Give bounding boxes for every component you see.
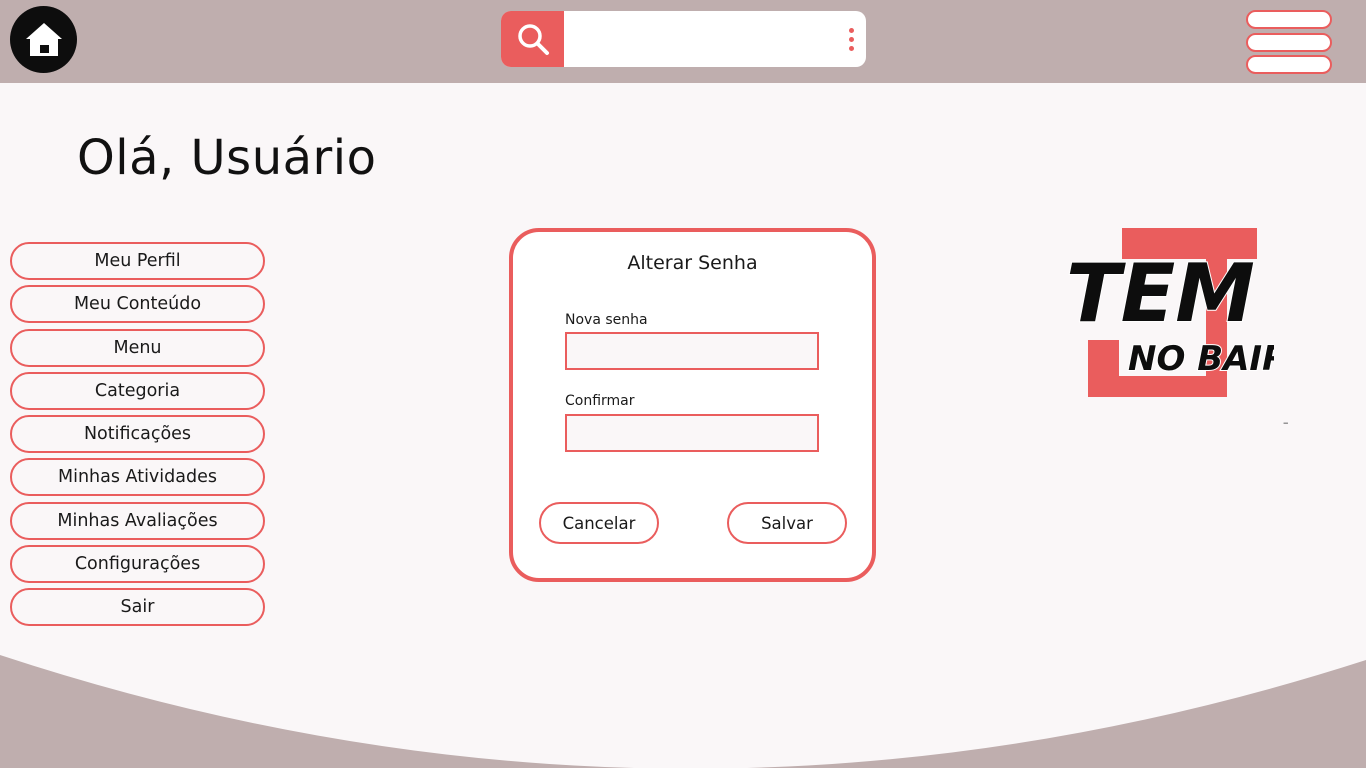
sidebar-item-categoria[interactable]: Categoria bbox=[10, 371, 265, 410]
search-bar bbox=[501, 11, 866, 67]
search-input[interactable] bbox=[564, 11, 836, 67]
new-password-label: Nova senha bbox=[565, 312, 648, 328]
sidebar-item-sair[interactable]: Sair bbox=[10, 588, 265, 627]
sidebar-menu: Meu Perfil Meu Conteúdo Menu Categoria N… bbox=[10, 242, 266, 632]
logo-text-tem: TEM bbox=[1066, 247, 1255, 340]
page-title: Olá, Usuário bbox=[77, 130, 377, 186]
search-icon bbox=[517, 24, 549, 55]
sidebar-item-configuracoes[interactable]: Configurações bbox=[10, 545, 265, 584]
confirm-password-field[interactable] bbox=[565, 414, 819, 452]
brand-logo: TEM NO BAIRRO bbox=[1065, 228, 1274, 397]
home-button[interactable] bbox=[10, 6, 77, 73]
change-password-card: Alterar Senha Nova senha Confirmar Cance… bbox=[509, 228, 876, 582]
card-title: Alterar Senha bbox=[627, 252, 758, 274]
sidebar-item-meu-conteudo[interactable]: Meu Conteúdo bbox=[10, 285, 265, 324]
bottom-wave bbox=[0, 655, 1366, 768]
confirm-password-label: Confirmar bbox=[565, 393, 635, 409]
save-button[interactable]: Salvar bbox=[727, 502, 847, 544]
sidebar-item-minhas-atividades[interactable]: Minhas Atividades bbox=[10, 458, 265, 497]
sidebar-item-minhas-avaliacoes[interactable]: Minhas Avaliações bbox=[10, 501, 265, 540]
new-password-field[interactable] bbox=[565, 332, 819, 370]
home-icon bbox=[25, 22, 62, 56]
sidebar-item-meu-perfil[interactable]: Meu Perfil bbox=[10, 242, 265, 280]
logo-text-no-bairro: NO BAIRRO bbox=[1128, 339, 1274, 379]
sidebar-item-notificacoes[interactable]: Notificações bbox=[10, 415, 265, 454]
cancel-button[interactable]: Cancelar bbox=[539, 502, 659, 544]
search-button[interactable] bbox=[501, 11, 564, 67]
more-vertical-icon[interactable] bbox=[836, 11, 866, 67]
hamburger-menu-icon[interactable] bbox=[1246, 10, 1332, 74]
dash-mark: – bbox=[1283, 416, 1289, 429]
sidebar-item-menu[interactable]: Menu bbox=[10, 328, 265, 367]
top-bar bbox=[0, 0, 1366, 83]
